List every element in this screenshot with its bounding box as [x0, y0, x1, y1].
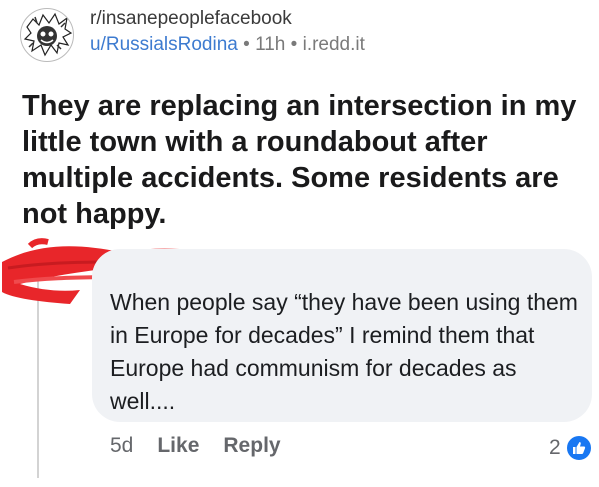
post-title[interactable]: They are replacing an intersection in my… [22, 88, 587, 232]
insanepeople-avatar-icon[interactable] [20, 8, 74, 62]
meta-separator: • [290, 34, 298, 55]
reddit-post-header: r/insanepeoplefacebook u/RussialsRodina … [0, 0, 599, 76]
reaction-count: 2 [549, 436, 561, 459]
subreddit-name[interactable]: r/insanepeoplefacebook [90, 8, 292, 30]
thumbs-up-icon [564, 434, 593, 462]
comment-actions: 5d Like Reply [110, 434, 281, 458]
post-author[interactable]: u/RussialsRodina [90, 34, 238, 55]
comment-time[interactable]: 5d [110, 434, 133, 458]
meta-separator: • [243, 34, 250, 55]
reaction-summary[interactable]: 2 [549, 434, 593, 462]
post-meta: u/RussialsRodina • 11h • i.redd.it [90, 34, 365, 56]
post-age: 11h [255, 34, 286, 55]
like-button[interactable]: Like [157, 434, 199, 458]
reply-button[interactable]: Reply [223, 434, 280, 458]
post-domain[interactable]: i.redd.it [303, 34, 365, 55]
comment-text: When people say “they have been using th… [110, 289, 578, 414]
